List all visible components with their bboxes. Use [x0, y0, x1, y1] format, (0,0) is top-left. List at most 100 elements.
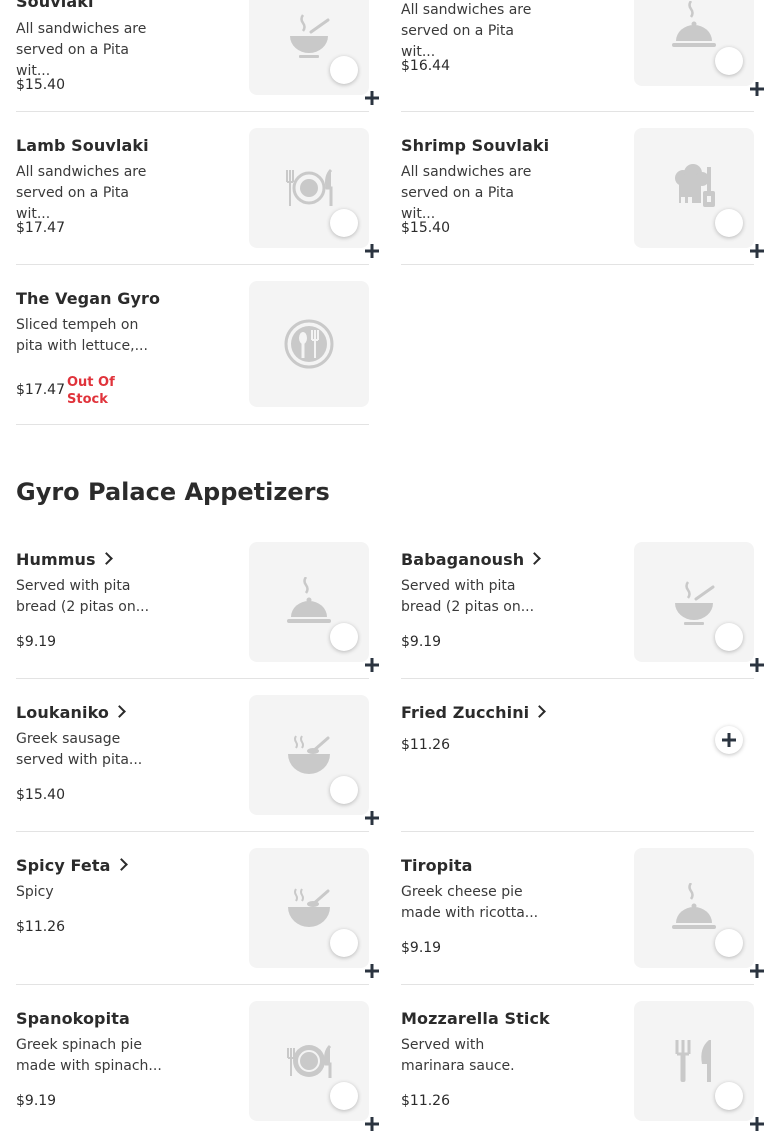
item-price: $9.19 [16, 1093, 57, 1109]
divider [16, 264, 369, 265]
item-image [634, 1001, 764, 1131]
item-name: Shrimp Souvlaki [401, 136, 550, 155]
item-description: All sandwiches are served on a Pita wit.… [16, 21, 147, 79]
item-image [249, 281, 369, 407]
chevron-right-icon [528, 552, 542, 565]
fork-knife-icon [675, 1040, 711, 1082]
divider [16, 831, 369, 832]
plus-icon [750, 1117, 764, 1131]
item-image [249, 128, 379, 258]
item-name: Spicy Feta [16, 856, 128, 875]
item-image [249, 695, 379, 825]
item-price: $15.40 [401, 220, 450, 236]
plus-icon [365, 1117, 379, 1131]
cloche-icon [672, 1, 716, 47]
divider [16, 111, 369, 112]
divider [401, 831, 754, 832]
item-description: Spicy [16, 884, 54, 900]
add-to-cart-button[interactable] [330, 929, 379, 978]
item-name: Tiropita [401, 856, 473, 875]
item-description: Greek sausage served with pita... [16, 731, 143, 768]
item-image [634, 0, 764, 96]
item-name: Lamb Souvlaki [16, 136, 149, 155]
divider [401, 678, 754, 679]
item-price: $17.47 [16, 382, 65, 398]
plus-icon [750, 964, 764, 978]
item-image [249, 848, 379, 978]
item-price: $15.40 [16, 787, 65, 803]
item-price: $9.19 [401, 634, 442, 650]
item-description: Served with pita bread (2 pitas on... [401, 578, 535, 615]
chevron-right-icon [113, 705, 126, 718]
add-to-cart-button[interactable] [330, 776, 379, 825]
item-price: $11.26 [401, 1093, 450, 1109]
plus-icon [750, 82, 764, 96]
item-price: $15.40 [16, 77, 65, 93]
item-image [634, 542, 764, 672]
chevron-right-icon [99, 552, 113, 565]
item-description: Sliced tempeh on pita with lettuce,... [16, 317, 148, 354]
plate-cutlery-icon [287, 1044, 332, 1078]
item-name: Hummus [16, 550, 113, 569]
item-price: $9.19 [401, 940, 442, 956]
item-price: $16.44 [401, 58, 450, 74]
item-name: Mozzarella Stick [401, 1009, 550, 1028]
item-description: All sandwiches are served on a Pita wit.… [16, 164, 147, 222]
bowl-spoon-icon [288, 735, 330, 774]
item-price: $9.19 [16, 634, 57, 650]
plus-icon [750, 658, 764, 672]
chevron-right-icon [533, 705, 547, 718]
add-to-cart-button[interactable] [715, 1082, 764, 1131]
plus-icon [365, 811, 379, 825]
item-description: Greek spinach pie made with spinach... [16, 1037, 162, 1074]
item-price: $11.26 [16, 919, 65, 935]
add-to-cart-button[interactable] [715, 47, 764, 96]
item-price: $11.26 [401, 737, 450, 753]
section-title: Gyro Palace Appetizers [16, 478, 330, 506]
soup-bowl-icon [675, 581, 715, 625]
item-image [249, 1001, 379, 1131]
divider [401, 984, 754, 985]
spoon-fork-icon [284, 319, 334, 369]
item-name: Loukaniko [16, 703, 126, 722]
plus-icon [365, 244, 379, 258]
plus-icon [365, 658, 379, 672]
out-of-stock-label: Out Of Stock [67, 375, 115, 407]
item-image [634, 128, 764, 258]
plus-icon [365, 91, 379, 105]
add-to-cart-button[interactable] [715, 623, 764, 672]
add-to-cart-button[interactable] [715, 726, 743, 754]
item-name: Spanokopita [16, 1009, 130, 1028]
item-image [249, 542, 379, 672]
plus-icon [365, 964, 379, 978]
add-to-cart-button[interactable] [330, 56, 379, 105]
item-image [249, 0, 379, 105]
item-description: Served with marinara sauce. [401, 1037, 515, 1074]
divider [401, 111, 754, 112]
item-description: All sandwiches are served on a Pita wit.… [401, 2, 532, 60]
item-name: Fried Zucchini [401, 703, 547, 722]
plus-icon [750, 244, 764, 258]
chevron-right-icon [114, 858, 128, 871]
plus-icon [722, 733, 736, 747]
add-to-cart-button[interactable] [715, 929, 764, 978]
divider [16, 984, 369, 985]
item-description: Greek cheese pie made with ricotta... [401, 884, 539, 921]
chef-hat-icon [675, 164, 715, 207]
divider [16, 424, 369, 425]
add-to-cart-button[interactable] [330, 209, 379, 258]
cloche-icon [672, 883, 716, 929]
soup-bowl-icon [290, 14, 330, 58]
add-to-cart-button[interactable] [330, 623, 379, 672]
add-to-cart-button[interactable] [330, 1082, 379, 1131]
cloche-icon [287, 577, 331, 623]
add-to-cart-button[interactable] [715, 209, 764, 258]
divider [401, 264, 754, 265]
item-name: The Vegan Gyro [16, 289, 161, 308]
item-name: Babaganoush [401, 550, 542, 569]
item-description: Served with pita bread (2 pitas on... [16, 578, 150, 615]
divider [16, 678, 369, 679]
plate-cutlery-icon [286, 168, 333, 206]
item-price: $17.47 [16, 220, 65, 236]
item-name: Souvlaki [16, 0, 94, 11]
